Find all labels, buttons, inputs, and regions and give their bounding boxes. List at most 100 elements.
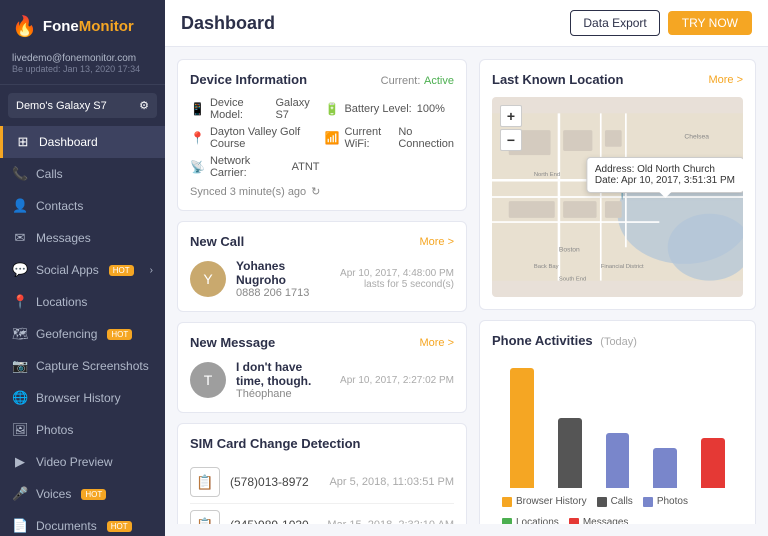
legend-color [597,497,607,507]
social-icon: 💬 [12,262,28,278]
legend-color [502,518,512,525]
svg-text:Chelsea: Chelsea [684,133,709,140]
data-export-button[interactable]: Data Export [570,10,659,36]
sidebar-label: Contacts [36,199,83,213]
sidebar-item-calls[interactable]: 📞 Calls [0,158,165,190]
caller-avatar: Y [190,261,226,297]
sim-list-item: 📋 (345)989-1030 Mar 15, 2018, 2:32:10 AM [190,504,454,524]
sidebar-item-geofencing[interactable]: 🗺 Geofencing HOT [0,318,165,350]
messages-icon: ✉ [12,230,28,246]
hot-badge: HOT [107,521,132,532]
device-arrow-icon: ⚙ [139,99,149,112]
sim-card-icon: 📋 [190,467,220,497]
legend-label: Calls [611,496,633,507]
call-meta: Apr 10, 2017, 4:48:00 PM lasts for 5 sec… [340,268,454,290]
legend-color [569,518,579,525]
battery-row: 🔋 Battery Level: 100% [325,97,455,121]
screenshots-icon: 📷 [12,358,28,374]
logo-icon: 🔥 [12,14,37,39]
contacts-icon: 👤 [12,198,28,214]
refresh-icon[interactable]: ↻ [311,185,320,198]
sidebar-item-screenshots[interactable]: 📷 Capture Screenshots [0,350,165,382]
map-zoom-controls: + − [500,105,522,151]
documents-icon: 📄 [12,518,28,534]
location-value: Dayton Valley Golf Course [210,126,320,150]
browser-icon: 🌐 [12,390,28,406]
legend-item: Messages [569,517,629,524]
device-name: Demo's Galaxy S7 [16,100,107,112]
chart-bar [510,368,534,488]
sidebar-item-documents[interactable]: 📄 Documents HOT [0,510,165,536]
sim-card-title: SIM Card Change Detection [190,436,360,451]
device-model-label: Device Model: [210,97,271,121]
try-now-button[interactable]: TRY NOW [668,11,752,35]
map-title: Last Known Location [492,72,623,87]
hot-badge: HOT [81,489,106,500]
sidebar-label: Calls [36,167,63,181]
new-call-header: New Call More > [190,234,454,249]
right-column: Last Known Location More > [479,59,756,524]
map-zoom-out-button[interactable]: − [500,129,522,151]
sim-list-item: 📋 (578)013-8972 Apr 5, 2018, 11:03:51 PM [190,461,454,504]
video-icon: ▶ [12,454,28,470]
sidebar-item-locations[interactable]: 📍 Locations [0,286,165,318]
caller-phone: 0888 206 1713 [236,287,330,299]
location-pin-icon: 📍 [190,131,205,145]
user-email: livedemo@fonemonitor.com [12,53,153,64]
device-selector[interactable]: Demo's Galaxy S7 ⚙ [8,93,157,118]
call-date: Apr 10, 2017, 4:48:00 PM [340,268,454,279]
sidebar-label: Video Preview [36,455,113,469]
sidebar-label: Social Apps [36,263,99,277]
legend-color [502,497,512,507]
wifi-label: Current WiFi: [344,126,393,150]
sidebar-item-contacts[interactable]: 👤 Contacts [0,190,165,222]
synced-text: Synced 3 minute(s) ago [190,186,306,198]
sim-card-icon: 📋 [190,510,220,524]
dashboard-icon: ⊞ [15,134,31,150]
content-area: Device Information Current: Active 📱 Dev… [165,47,768,536]
sidebar-item-social-apps[interactable]: 💬 Social Apps HOT › [0,254,165,286]
phone-activities-card: Phone Activities (Today) Browser History… [479,320,756,524]
device-model-row: 📱 Device Model: Galaxy S7 [190,97,320,121]
map-more[interactable]: More > [708,74,743,86]
location-row: 📍 Dayton Valley Golf Course [190,126,320,150]
device-info-grid: 📱 Device Model: Galaxy S7 🔋 Battery Leve… [190,97,454,179]
sidebar-item-browser[interactable]: 🌐 Browser History [0,382,165,414]
synced-row: Synced 3 minute(s) ago ↻ [190,185,454,198]
new-message-card: New Message More > T I don't have time, … [177,322,467,413]
message-info: I don't have time, though. Théophane [236,360,330,400]
svg-text:South End: South End [559,277,586,283]
sim-list: 📋 (578)013-8972 Apr 5, 2018, 11:03:51 PM… [190,461,454,524]
sidebar-item-photos[interactable]: 🖼 Photos [0,414,165,446]
sidebar-label: Geofencing [36,327,97,341]
main-area: Dashboard Data Export TRY NOW Device Inf… [165,0,768,536]
map-zoom-in-button[interactable]: + [500,105,522,127]
svg-text:Back Bay: Back Bay [534,264,559,270]
sidebar-label: Photos [36,423,73,437]
battery-value: 100% [417,103,445,115]
svg-text:Financial District: Financial District [601,264,644,270]
wifi-row: 📶 Current WiFi: No Connection [325,126,455,150]
hot-badge: HOT [107,329,132,340]
legend-item: Photos [643,496,688,507]
battery-label: Battery Level: [344,103,411,115]
caller-info: Yohanes Nugroho 0888 206 1713 [236,259,330,299]
sidebar-logo: 🔥 FoneMonitor [0,0,165,49]
page-title: Dashboard [181,13,275,34]
message-date: Apr 10, 2017, 2:27:02 PM [340,375,454,386]
sidebar-item-messages[interactable]: ✉ Messages [0,222,165,254]
sim-card-header: SIM Card Change Detection [190,436,454,451]
left-column: Device Information Current: Active 📱 Dev… [177,59,467,524]
new-call-more[interactable]: More > [419,236,454,248]
new-message-more[interactable]: More > [419,337,454,349]
message-meta: Apr 10, 2017, 2:27:02 PM [340,375,454,386]
network-icon: 📡 [190,160,205,174]
map-tooltip: Address: Old North Church Date: Apr 10, … [586,157,743,193]
call-duration: lasts for 5 second(s) [340,279,454,290]
legend-color [643,497,653,507]
wifi-signal-icon: 📶 [325,131,340,145]
header-actions: Data Export TRY NOW [570,10,752,36]
sidebar-item-dashboard[interactable]: ⊞ Dashboard [0,126,165,158]
sidebar-item-voices[interactable]: 🎤 Voices HOT [0,478,165,510]
sidebar-item-video[interactable]: ▶ Video Preview [0,446,165,478]
